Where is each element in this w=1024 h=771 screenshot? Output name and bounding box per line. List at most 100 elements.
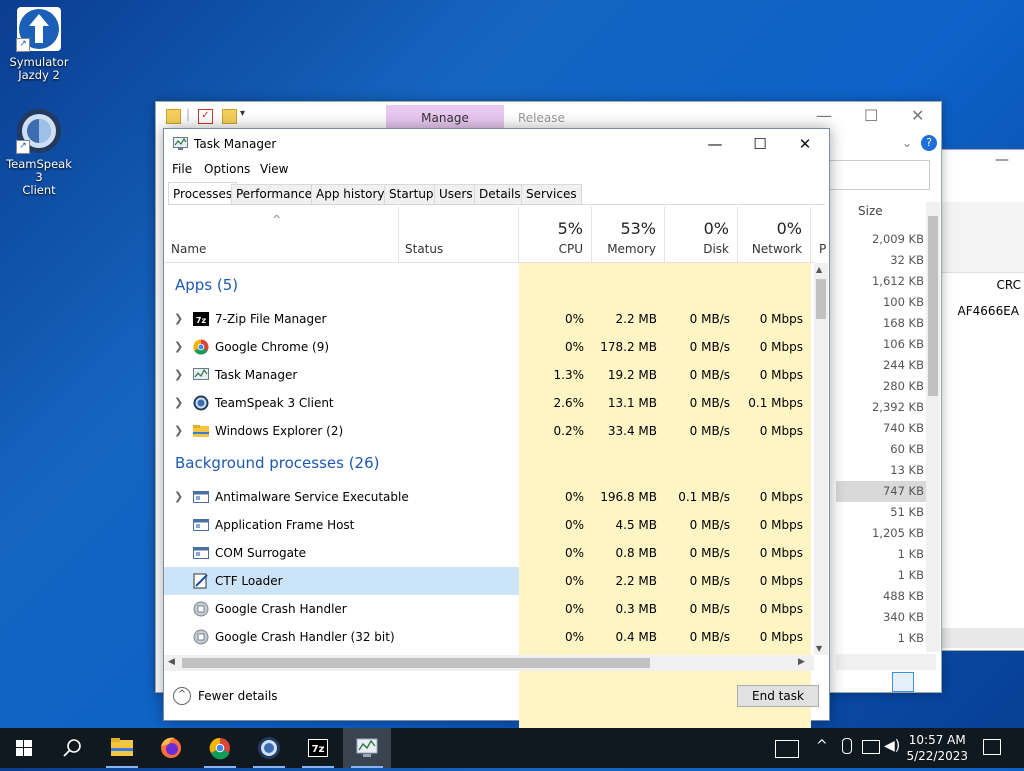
maximize-icon[interactable]: ☐ [864,106,878,125]
scroll-thumb[interactable] [816,279,826,319]
process-row[interactable]: Google Crash Handler 0% 0.3 MB 0 MB/s 0 Mbps [164,595,814,623]
taskbar-file-explorer[interactable] [98,728,146,768]
size-cell[interactable]: 488 KB [836,586,936,607]
size-cell[interactable]: 2,392 KB [836,397,936,418]
task-manager-window[interactable]: Task Manager — ☐ ✕ File Options View Pro… [163,128,830,737]
menu-options[interactable]: Options [204,162,250,176]
minimize-icon[interactable]: — [816,106,832,125]
search-button[interactable] [48,728,96,768]
size-cell[interactable]: 1 KB [836,544,936,565]
menu-file[interactable]: File [172,162,192,176]
search-input[interactable] [828,160,930,190]
column-header-name[interactable]: ^ Name [164,207,399,262]
scroll-thumb[interactable] [928,216,938,396]
expand-chevron-icon[interactable]: ❯ [174,305,183,333]
scroll-down-icon[interactable]: ▼ [816,644,822,653]
desktop-icon-symulator[interactable]: ↗ Symulator Jazdy 2 [1,6,77,82]
microphone-icon[interactable] [842,738,852,754]
expand-chevron-icon[interactable]: ❯ [174,361,183,389]
size-cell[interactable]: 1 KB [836,565,936,586]
size-cell[interactable]: 1,612 KB [836,271,936,292]
explorer-hscroll[interactable] [836,654,936,670]
help-icon[interactable]: ? [921,135,937,151]
tab-performance[interactable]: Performance [231,184,318,204]
large-icons-view-icon[interactable] [916,672,936,690]
size-cell[interactable]: 32 KB [836,250,936,271]
keyboard-layout-icon[interactable] [775,740,799,758]
horizontal-scrollbar[interactable]: ◀ ▶ [164,655,814,671]
size-cell[interactable]: 747 KB [836,481,936,502]
start-button[interactable] [0,728,48,768]
column-header-network[interactable]: 0% Network [738,207,811,262]
column-header-power[interactable]: P [811,207,826,262]
process-row[interactable]: COM Surrogate 0% 0.8 MB 0 MB/s 0 Mbps [164,539,814,567]
column-header-memory[interactable]: 53% Memory [592,207,665,262]
size-column-header[interactable]: Size [858,204,883,218]
process-row[interactable]: Application Frame Host 0% 4.5 MB 0 MB/s 0 Mb… [164,511,814,539]
scroll-right-icon[interactable]: ▶ [798,657,805,667]
size-cell[interactable]: 51 KB [836,502,936,523]
fewer-details-link[interactable]: Fewer details [198,689,278,703]
new-folder-icon[interactable] [222,109,237,124]
size-cell[interactable]: 280 KB [836,376,936,397]
desktop-icon-teamspeak[interactable]: ↗ TeamSpeak 3 Client [1,108,77,197]
column-header-cpu[interactable]: 5% CPU [519,207,592,262]
size-cell[interactable]: 2,009 KB [836,229,936,250]
size-cell[interactable]: 1,205 KB [836,523,936,544]
chevron-down-icon[interactable]: ⌄ [902,136,912,150]
process-row[interactable]: CTF Loader 0% 2.2 MB 0 MB/s 0 Mbps [164,567,814,595]
process-row[interactable]: ❯ Google Chrome (9) 0% 178.2 MB 0 MB/s 0 Mbps [164,333,814,361]
tab-details[interactable]: Details [474,184,526,204]
minimize-button[interactable]: — [692,129,738,159]
process-row[interactable]: ❯ Windows Explorer (2) 0.2% 33.4 MB 0 MB/s 0 … [164,417,814,445]
tab-startup[interactable]: Startup [384,184,439,204]
size-cell[interactable]: 244 KB [836,355,936,376]
scroll-left-icon[interactable]: ◀ [168,657,175,667]
taskbar-chrome[interactable] [196,728,244,768]
network-icon[interactable] [862,740,880,754]
column-header-status[interactable]: Status [398,207,519,262]
task-manager-titlebar[interactable]: Task Manager — ☐ ✕ [164,129,829,159]
size-cell[interactable]: 1 KB [836,628,936,649]
taskbar-firefox[interactable] [147,728,195,768]
expand-chevron-icon[interactable]: ❯ [174,483,183,511]
process-row[interactable]: ❯ TeamSpeak 3 Client 2.6% 13.1 MB 0 MB/s 0.1 … [164,389,814,417]
chevron-up-icon[interactable]: ^ [816,738,828,754]
tab-users[interactable]: Users [434,184,478,204]
size-cell[interactable]: 106 KB [836,334,936,355]
details-view-icon[interactable] [892,672,914,692]
taskbar-task-manager[interactable] [343,728,391,768]
maximize-button[interactable]: ☐ [737,129,783,159]
notifications-icon[interactable] [983,739,1001,755]
volume-icon[interactable]: ◀) [884,738,900,754]
menu-view[interactable]: View [260,162,288,176]
taskbar-teamspeak[interactable] [245,728,293,768]
size-cell[interactable]: 100 KB [836,292,936,313]
taskbar-7zip[interactable]: 7z [294,728,342,768]
end-task-button[interactable]: End task [737,685,819,707]
minimize-icon[interactable]: — [995,152,1009,168]
properties-icon[interactable]: ✓ [198,109,213,124]
size-cell[interactable]: 340 KB [836,607,936,628]
scroll-up-icon[interactable]: ▲ [816,265,822,274]
tab-app-history[interactable]: App history [311,184,390,204]
expand-chevron-icon[interactable]: ❯ [174,417,183,445]
column-header-disk[interactable]: 0% Disk [665,207,738,262]
expand-chevron-icon[interactable]: ❯ [174,389,183,417]
process-row[interactable]: ❯ Task Manager 1.3% 19.2 MB 0 MB/s 0 Mbps [164,361,814,389]
process-row[interactable]: Google Crash Handler (32 bit) 0% 0.4 MB 0 M… [164,623,814,651]
size-cell[interactable]: 740 KB [836,418,936,439]
tab-services[interactable]: Services [521,184,582,204]
clock[interactable]: 10:57 AM 5/22/2023 [906,732,968,764]
size-cell[interactable]: 60 KB [836,439,936,460]
scroll-thumb[interactable] [182,658,650,668]
expand-chevron-icon[interactable]: ❯ [174,333,183,361]
close-icon[interactable]: ✕ [911,106,924,125]
customize-qat-icon[interactable]: ▾ [240,108,245,119]
close-button[interactable]: ✕ [782,129,828,159]
chevron-up-icon[interactable]: ^ [173,687,191,705]
size-cell[interactable]: 13 KB [836,460,936,481]
tab-processes[interactable]: Processes [168,182,238,204]
process-row[interactable]: ❯ Antimalware Service Executable 0% 196.8 M… [164,483,814,511]
explorer-scrollbar[interactable] [926,202,940,652]
